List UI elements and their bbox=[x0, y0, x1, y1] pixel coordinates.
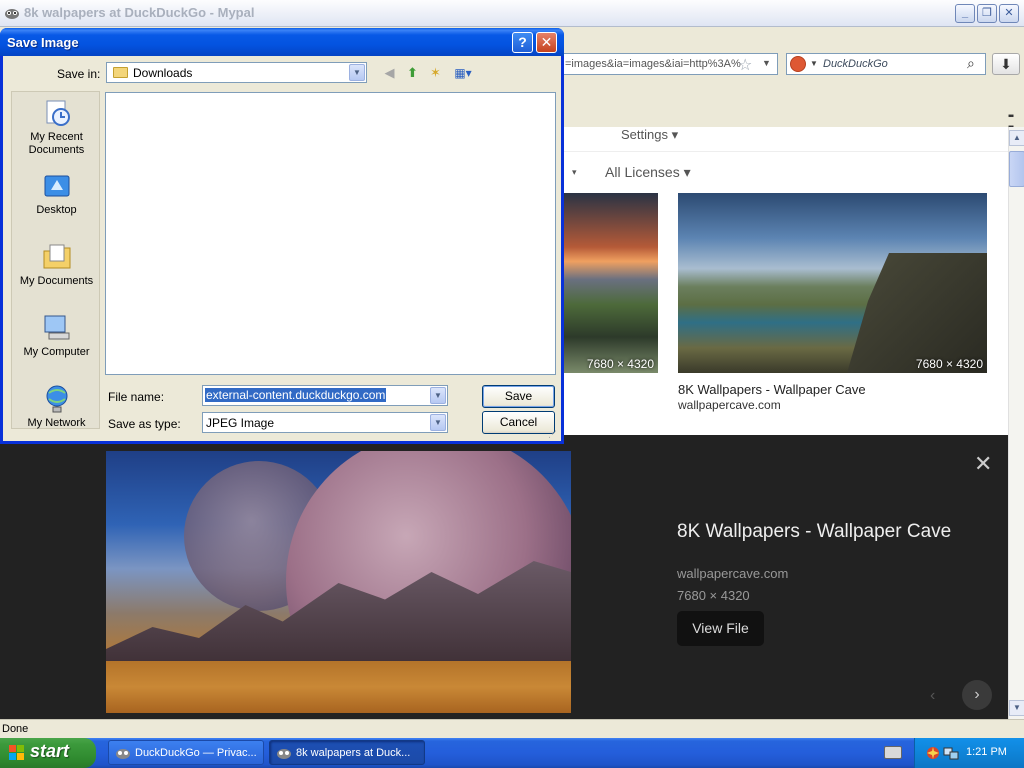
file-name-label: File name: bbox=[108, 390, 165, 404]
engine-dropdown-icon[interactable]: ▼ bbox=[810, 59, 818, 68]
mypal-app-icon bbox=[116, 749, 130, 759]
place-label: My Recent Documents bbox=[28, 131, 85, 156]
my-computer-icon bbox=[44, 315, 69, 340]
save-in-label: Save in: bbox=[57, 67, 101, 81]
minimize-button[interactable]: _ bbox=[955, 4, 975, 23]
views-menu-icon[interactable]: ▦▾ bbox=[451, 65, 475, 82]
settings-menu[interactable]: Settings ▾ bbox=[621, 127, 678, 143]
browser-titlebar: 8k walpapers at DuckDuckGo - Mypal _ ❐ ✕ bbox=[0, 0, 1024, 27]
start-button[interactable]: start bbox=[0, 738, 96, 768]
my-network-icon bbox=[46, 385, 67, 413]
save-button[interactable]: Save bbox=[482, 385, 555, 408]
chevron-down-icon[interactable]: ▼ bbox=[430, 414, 446, 431]
next-arrow-icon[interactable]: › bbox=[962, 680, 992, 710]
result-source[interactable]: wallpapercave.com bbox=[678, 398, 781, 412]
place-label: My Network bbox=[27, 417, 86, 429]
detail-image[interactable] bbox=[106, 451, 571, 713]
my-documents-icon bbox=[43, 244, 70, 269]
taskbar-item-label: DuckDuckGo — Privac... bbox=[135, 747, 257, 759]
recent-documents-icon bbox=[46, 100, 70, 126]
filter-dropdown-icon[interactable]: ▾ bbox=[572, 167, 577, 178]
previous-arrow-icon[interactable]: ‹ bbox=[930, 687, 935, 705]
windows-logo-icon bbox=[9, 745, 24, 760]
save-in-dropdown[interactable]: Downloads ▼ bbox=[106, 62, 367, 83]
taskbar: start DuckDuckGo — Privac... 8k walpaper… bbox=[0, 738, 1024, 768]
taskbar-item-duckduckgo[interactable]: DuckDuckGo — Privac... bbox=[108, 740, 264, 765]
back-icon[interactable]: ◀ bbox=[381, 65, 398, 82]
dialog-title: Save Image bbox=[7, 35, 79, 50]
save-as-type-label: Save as type: bbox=[108, 417, 181, 431]
search-placeholder: DuckDuckGo bbox=[823, 58, 888, 70]
place-my-computer[interactable]: My Computer bbox=[12, 312, 101, 359]
close-window-button[interactable]: ✕ bbox=[999, 4, 1019, 23]
chevron-down-icon[interactable]: ▼ bbox=[349, 64, 365, 81]
desert-graphic bbox=[106, 661, 571, 713]
up-folder-icon[interactable]: ⬆ bbox=[404, 65, 421, 82]
clock[interactable]: 1:21 PM bbox=[966, 746, 1007, 758]
cancel-button[interactable]: Cancel bbox=[482, 411, 555, 434]
keyboard-layout-icon[interactable] bbox=[884, 746, 902, 759]
place-label: My Documents bbox=[19, 275, 94, 287]
file-name-value: external-content.duckduckgo.com bbox=[205, 388, 387, 402]
bookmark-star-icon[interactable]: ☆ bbox=[738, 55, 752, 75]
detail-source[interactable]: wallpapercave.com bbox=[677, 566, 788, 581]
search-bar[interactable]: ▼ DuckDuckGo ⌕ bbox=[786, 53, 986, 75]
vertical-scrollbar[interactable]: ▲ ▼ bbox=[1008, 127, 1024, 719]
save-as-type-value: JPEG Image bbox=[206, 416, 275, 430]
dialog-close-button[interactable]: ✕ bbox=[536, 32, 557, 53]
search-icon[interactable]: ⌕ bbox=[967, 55, 975, 72]
new-folder-icon[interactable]: ✶ bbox=[427, 65, 444, 82]
chevron-down-icon[interactable]: ▼ bbox=[430, 387, 446, 404]
scroll-down-icon[interactable]: ▼ bbox=[1009, 700, 1024, 716]
scroll-thumb[interactable] bbox=[1009, 151, 1024, 187]
file-list[interactable] bbox=[105, 92, 556, 375]
file-name-field[interactable]: external-content.duckduckgo.com ▼ bbox=[202, 385, 448, 406]
detail-title: 8K Wallpapers - Wallpaper Cave bbox=[677, 521, 952, 542]
status-bar: Done bbox=[0, 719, 1024, 739]
save-in-value: Downloads bbox=[133, 66, 193, 80]
taskbar-item-label: 8k walpapers at Duck... bbox=[296, 747, 411, 759]
cliff-graphic bbox=[847, 253, 987, 373]
place-label: My Computer bbox=[23, 346, 90, 358]
help-button[interactable]: ? bbox=[512, 32, 533, 53]
resize-grip-icon[interactable]: ⋰ bbox=[548, 429, 557, 440]
place-my-network[interactable]: My Network bbox=[12, 383, 101, 430]
save-image-dialog: Save Image ? ✕ Save in: Downloads ▼ ◀ ⬆ … bbox=[0, 28, 564, 444]
folder-icon bbox=[113, 67, 128, 78]
mypal-app-icon bbox=[5, 9, 19, 19]
network-icon[interactable] bbox=[943, 745, 959, 761]
download-arrow-icon: ⬇ bbox=[1000, 56, 1012, 72]
place-label: Desktop bbox=[36, 204, 77, 216]
image-thumbnail[interactable]: 7680 × 4320 bbox=[678, 193, 987, 373]
downloads-button[interactable]: ⬇ bbox=[992, 53, 1020, 75]
url-history-dropdown-icon[interactable]: ▼ bbox=[762, 58, 771, 68]
places-bar: My Recent Documents Desktop My Documents… bbox=[11, 91, 100, 429]
place-desktop[interactable]: Desktop bbox=[12, 170, 101, 217]
close-icon[interactable]: ✕ bbox=[974, 451, 992, 477]
license-filter[interactable]: All Licenses ▾ bbox=[605, 164, 691, 181]
desktop-icon bbox=[44, 175, 69, 197]
duckduckgo-engine-icon[interactable] bbox=[790, 56, 806, 72]
detail-size: 7680 × 4320 bbox=[677, 588, 750, 603]
place-my-documents[interactable]: My Documents bbox=[12, 241, 101, 288]
save-as-type-dropdown[interactable]: JPEG Image ▼ bbox=[202, 412, 448, 433]
view-file-button[interactable]: View File bbox=[677, 611, 764, 646]
image-thumbnail[interactable]: 7680 × 4320 bbox=[560, 193, 658, 373]
security-alert-icon[interactable] bbox=[925, 745, 941, 761]
place-my-recent-documents[interactable]: My Recent Documents bbox=[12, 97, 101, 157]
mypal-app-icon bbox=[277, 749, 291, 759]
dialog-titlebar[interactable]: Save Image ? ✕ bbox=[0, 28, 564, 56]
taskbar-item-mypal[interactable]: 8k walpapers at Duck... bbox=[269, 740, 425, 765]
scroll-up-icon[interactable]: ▲ bbox=[1009, 130, 1024, 146]
start-label: start bbox=[30, 741, 70, 761]
image-size-label: 7680 × 4320 bbox=[915, 357, 983, 371]
result-title[interactable]: 8K Wallpapers - Wallpaper Cave bbox=[678, 382, 866, 397]
restore-button[interactable]: ❐ bbox=[977, 4, 997, 23]
browser-window-title: 8k walpapers at DuckDuckGo - Mypal bbox=[24, 5, 255, 20]
image-size-label: 7680 × 4320 bbox=[586, 357, 654, 371]
image-detail-panel: ✕ 8K Wallpapers - Wallpaper Cave wallpap… bbox=[0, 435, 1008, 719]
